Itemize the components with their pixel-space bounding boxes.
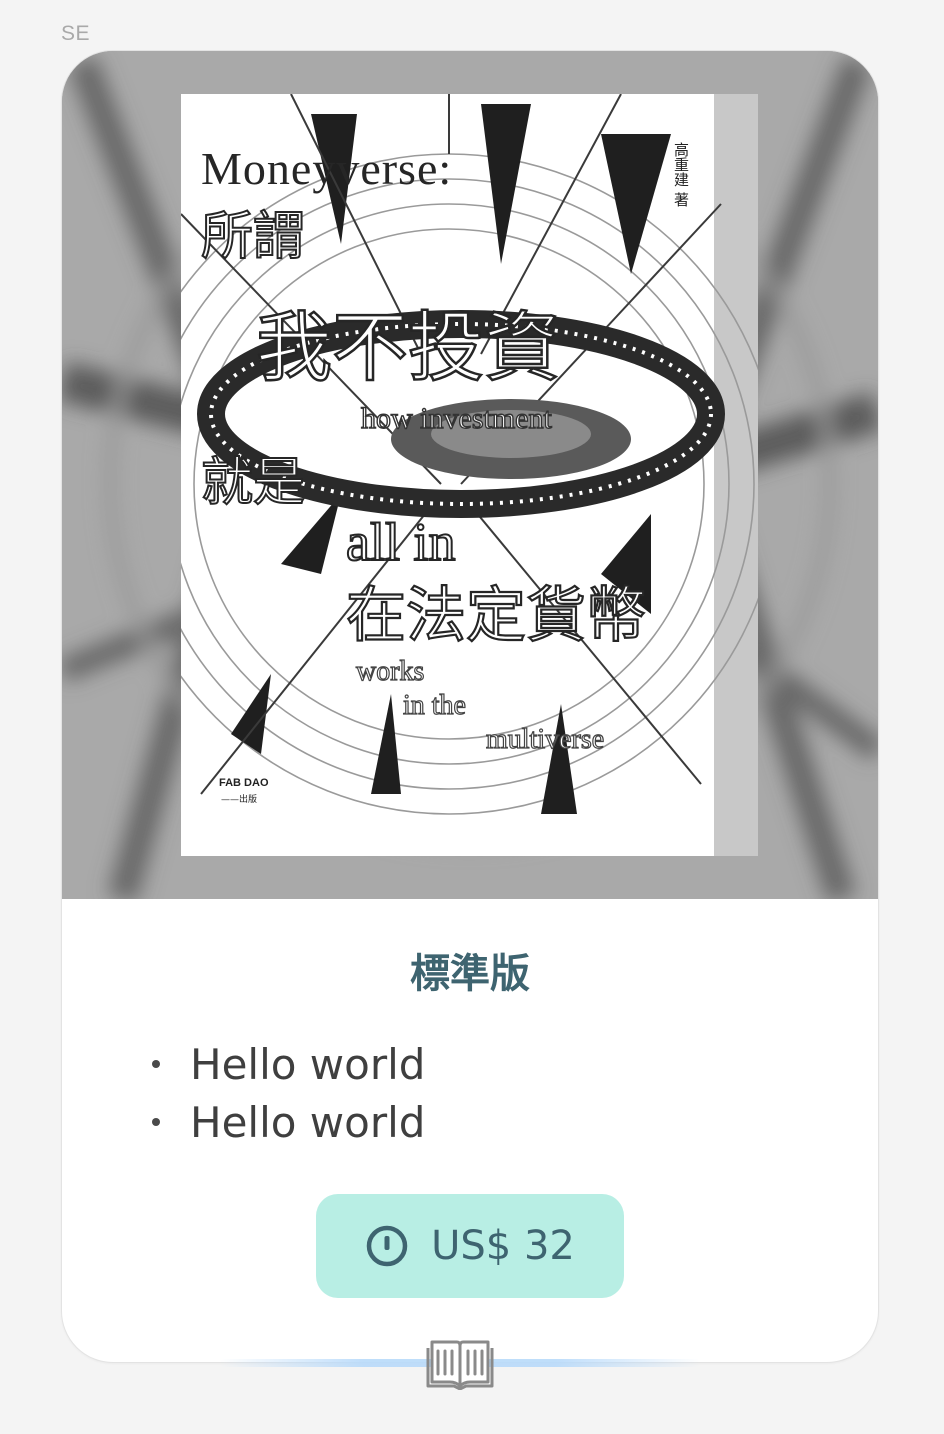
feature-text: Hello world <box>190 1098 426 1147</box>
cover-author: 高重建 著 <box>672 142 690 207</box>
cover-title-zh-4: 在法定貨幣 <box>346 581 646 651</box>
hero-image: Moneyverse: 所謂 我不投資 how investment 就是 al… <box>62 51 878 899</box>
product-card: Moneyverse: 所謂 我不投資 how investment 就是 al… <box>61 50 879 1363</box>
cover-en-line-2: all in <box>346 512 455 572</box>
open-book-icon[interactable] <box>426 1336 494 1390</box>
bullet-icon <box>152 1118 160 1126</box>
cover-en-line-3: works <box>356 656 424 687</box>
bullet-icon <box>152 1060 160 1068</box>
cover-title-zh-2: 我不投資 <box>256 303 560 392</box>
cover-en-line-4: in the <box>403 690 466 721</box>
cover-publisher: FAB DAO <box>219 777 269 789</box>
edition-title: 標準版 <box>410 951 530 997</box>
corner-label: SE <box>61 22 91 45</box>
cover-en-line-5: multiverse <box>486 724 604 755</box>
book-cover: Moneyverse: 所謂 我不投資 how investment 就是 al… <box>181 94 758 856</box>
price-label: US$ 32 <box>431 1223 575 1269</box>
cover-en-line-1: how investment <box>361 402 552 435</box>
book-spine-shadow <box>714 94 758 856</box>
info-circle-icon <box>366 1225 408 1267</box>
feature-item: Hello world <box>148 1094 425 1152</box>
cover-title-zh-1: 所謂 <box>201 207 305 267</box>
cover-publisher-sub: ——出版 <box>221 793 257 805</box>
feature-list: Hello world Hello world <box>148 1036 425 1152</box>
cover-title-en: Moneyverse: <box>201 143 452 194</box>
feature-text: Hello world <box>190 1040 426 1089</box>
feature-item: Hello world <box>148 1036 425 1094</box>
buy-price-button[interactable]: US$ 32 <box>316 1194 624 1298</box>
cover-title-zh-3: 就是 <box>201 453 305 513</box>
